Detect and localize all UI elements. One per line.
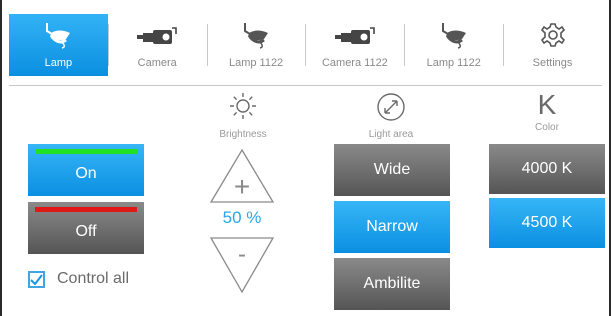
color-header: K Color — [509, 88, 585, 133]
expand-arrows-icon — [377, 93, 405, 121]
tab-camera[interactable]: Camera — [107, 14, 207, 76]
tab-camera-1122[interactable]: Camera 1122 — [305, 14, 404, 76]
color-caption: Color — [535, 122, 559, 133]
tab-bar-divider — [9, 85, 602, 86]
tab-lamp-1122-second[interactable]: Lamp 1122 — [404, 14, 503, 76]
tab-lamp[interactable]: Lamp — [9, 14, 108, 76]
tab-label: Lamp 1122 — [228, 57, 284, 69]
lamp-icon — [244, 23, 269, 49]
color-4500k-label: 4500 K — [521, 214, 573, 231]
ambilite-label: Ambilite — [363, 275, 421, 292]
window-frame-left — [0, 0, 2, 316]
tab-label: Camera — [137, 57, 177, 69]
off-button[interactable]: Off — [28, 202, 144, 254]
plus-icon: + — [234, 171, 250, 202]
tab-label: Lamp — [44, 57, 73, 69]
tab-settings[interactable]: Settings — [503, 14, 602, 76]
narrow-label: Narrow — [366, 218, 418, 235]
control-all-checkbox[interactable] — [28, 270, 45, 288]
minus-icon: - — [238, 241, 246, 268]
camera-icon — [334, 27, 375, 44]
on-button[interactable]: On — [28, 144, 144, 196]
tab-label: Camera 1122 — [321, 57, 388, 69]
tab-label: Settings — [532, 57, 573, 69]
kelvin-symbol: K — [537, 89, 557, 120]
control-all-label: Control all — [57, 270, 130, 287]
on-button-label: On — [75, 165, 97, 182]
light-area-ambilite-button[interactable]: Ambilite — [334, 258, 450, 310]
control-all-row: Control all — [28, 270, 129, 288]
on-indicator — [35, 149, 137, 154]
wide-label: Wide — [373, 161, 411, 178]
brightness-increase-button[interactable]: + — [209, 148, 275, 204]
light-area-caption: Light area — [368, 129, 414, 140]
tab-lamp-1122[interactable]: Lamp 1122 — [206, 14, 306, 76]
tab-bar: Lamp Camera Lamp 1122 Camera 1122 Lamp 1… — [9, 14, 602, 76]
lamp-icon — [441, 23, 466, 49]
color-4000k-label: 4000 K — [521, 160, 573, 177]
off-indicator — [35, 207, 137, 212]
light-area-header: Light area — [341, 92, 441, 140]
brightness-decrease-button[interactable]: - — [209, 236, 275, 294]
color-4500k-button[interactable]: 4500 K — [489, 198, 605, 248]
off-button-label: Off — [75, 223, 97, 240]
brightness-caption: Brightness — [219, 129, 267, 140]
gear-icon — [540, 23, 565, 47]
light-area-narrow-button[interactable]: Narrow — [334, 201, 450, 253]
light-area-wide-button[interactable]: Wide — [334, 144, 450, 196]
brightness-header: Brightness — [205, 92, 281, 140]
sun-icon — [230, 93, 256, 119]
brightness-value: 50 % — [222, 208, 262, 227]
tab-label: Lamp 1122 — [426, 57, 481, 69]
lamp-icon — [46, 23, 71, 49]
checkmark-icon — [30, 273, 43, 285]
camera-icon — [137, 27, 178, 44]
color-4000k-button[interactable]: 4000 K — [489, 144, 605, 194]
